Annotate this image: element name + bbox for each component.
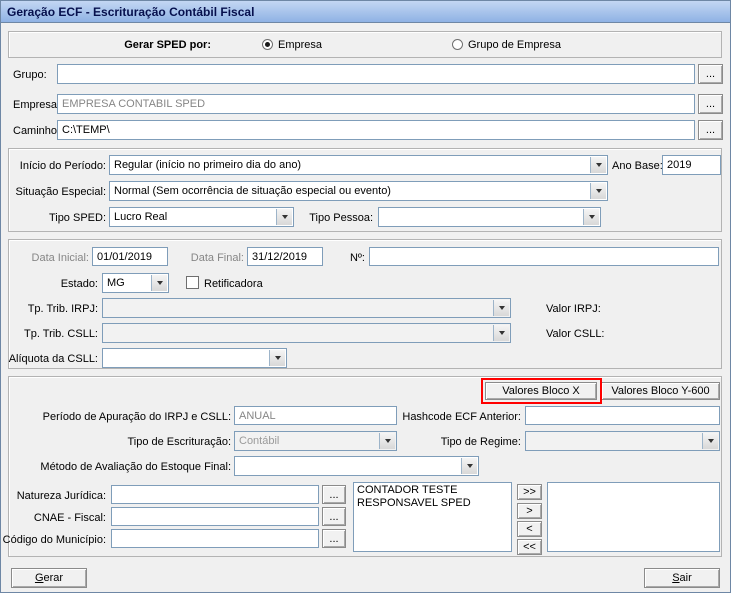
estado-label: Estado: bbox=[60, 278, 98, 290]
empresa-label: Empresa: bbox=[13, 99, 61, 111]
list-item[interactable]: CONTADOR TESTE bbox=[357, 484, 508, 497]
tipo-escrituracao-combobox[interactable]: Contábil bbox=[234, 431, 397, 451]
tp-trib-csll-label: Tp. Trib. CSLL: bbox=[24, 328, 98, 340]
sair-button[interactable]: Sair bbox=[644, 568, 720, 588]
radio-empresa-label[interactable]: Empresa bbox=[278, 38, 322, 52]
tipo-escrituracao-label: Tipo de Escrituração: bbox=[127, 436, 231, 448]
natureza-juridica-browse-button[interactable]: ... bbox=[322, 485, 346, 504]
data-final-input[interactable]: 31/12/2019 bbox=[247, 247, 323, 266]
empresa-browse-button[interactable]: ... bbox=[698, 94, 723, 114]
metodo-avaliacao-combobox[interactable] bbox=[234, 456, 479, 476]
numero-label: Nº: bbox=[349, 252, 365, 264]
empresa-input[interactable]: EMPRESA CONTABIL SPED bbox=[57, 94, 695, 114]
metodo-avaliacao-label: Método de Avaliação do Estoque Final: bbox=[40, 461, 231, 473]
data-inicial-input[interactable]: 01/01/2019 bbox=[92, 247, 168, 266]
dropdown-arrow-icon[interactable] bbox=[590, 157, 606, 173]
caminho-label: Caminho: bbox=[13, 125, 61, 137]
responsaveis-source-listbox[interactable]: CONTADOR TESTE RESPONSAVEL SPED bbox=[353, 482, 512, 552]
numero-input[interactable] bbox=[369, 247, 719, 266]
responsaveis-target-listbox[interactable] bbox=[547, 482, 720, 552]
dropdown-arrow-icon[interactable] bbox=[590, 183, 606, 199]
transfer-all-left-button[interactable]: << bbox=[517, 539, 542, 555]
list-item[interactable]: RESPONSAVEL SPED bbox=[357, 497, 508, 510]
dropdown-arrow-icon[interactable] bbox=[276, 209, 292, 225]
dropdown-arrow-icon[interactable] bbox=[702, 433, 718, 449]
transfer-left-button[interactable]: < bbox=[517, 521, 542, 537]
natureza-juridica-label: Natureza Jurídica: bbox=[16, 490, 106, 502]
transfer-all-right-button[interactable]: >> bbox=[517, 484, 542, 500]
radio-empresa[interactable] bbox=[262, 39, 273, 50]
tipo-sped-combobox[interactable]: Lucro Real bbox=[109, 207, 294, 227]
radio-selected-dot bbox=[265, 42, 270, 47]
dropdown-arrow-icon[interactable] bbox=[583, 209, 599, 225]
gerar-button[interactable]: Gerar bbox=[11, 568, 87, 588]
dropdown-arrow-icon[interactable] bbox=[151, 275, 167, 291]
dropdown-arrow-icon[interactable] bbox=[461, 458, 477, 474]
gerar-sped-por-label: Gerar SPED por: bbox=[124, 39, 211, 51]
data-final-label: Data Final: bbox=[190, 252, 244, 264]
tipo-regime-label: Tipo de Regime: bbox=[440, 436, 521, 448]
codigo-municipio-label: Código do Município: bbox=[2, 534, 106, 546]
window-title: Geração ECF - Escrituração Contábil Fisc… bbox=[7, 4, 255, 19]
grupo-input[interactable] bbox=[57, 64, 695, 84]
cnae-fiscal-input[interactable] bbox=[111, 507, 319, 526]
cnae-fiscal-label: CNAE - Fiscal: bbox=[33, 512, 106, 524]
tipo-sped-label: Tipo SPED: bbox=[48, 212, 106, 224]
natureza-juridica-input[interactable] bbox=[111, 485, 319, 504]
caminho-input[interactable]: C:\TEMP\ bbox=[57, 120, 695, 140]
dropdown-arrow-icon[interactable] bbox=[493, 325, 509, 341]
tp-trib-irpj-combobox[interactable] bbox=[102, 298, 511, 318]
estado-combobox[interactable]: MG bbox=[102, 273, 169, 293]
tp-trib-irpj-label: Tp. Trib. IRPJ: bbox=[27, 303, 98, 315]
codigo-municipio-input[interactable] bbox=[111, 529, 319, 548]
dropdown-arrow-icon[interactable] bbox=[493, 300, 509, 316]
title-bar[interactable]: Geração ECF - Escrituração Contábil Fisc… bbox=[1, 1, 730, 23]
tipo-pessoa-label: Tipo Pessoa: bbox=[309, 212, 373, 224]
radio-grupo-empresa-label[interactable]: Grupo de Empresa bbox=[468, 38, 561, 52]
codigo-municipio-browse-button[interactable]: ... bbox=[322, 529, 346, 548]
grupo-browse-button[interactable]: ... bbox=[698, 64, 723, 84]
aliquota-csll-label: Alíquota da CSLL: bbox=[8, 353, 98, 365]
valor-csll-label: Valor CSLL: bbox=[546, 328, 605, 340]
valores-bloco-y600-button[interactable]: Valores Bloco Y-600 bbox=[601, 382, 720, 400]
dropdown-arrow-icon[interactable] bbox=[269, 350, 285, 366]
ano-base-label: Ano Base: bbox=[612, 160, 663, 172]
inicio-periodo-combobox[interactable]: Regular (início no primeiro dia do ano) bbox=[109, 155, 608, 175]
hashcode-label: Hashcode ECF Anterior: bbox=[402, 411, 521, 423]
aliquota-csll-combobox[interactable] bbox=[102, 348, 287, 368]
radio-grupo-empresa[interactable] bbox=[452, 39, 463, 50]
dropdown-arrow-icon[interactable] bbox=[379, 433, 395, 449]
tp-trib-csll-combobox[interactable] bbox=[102, 323, 511, 343]
inicio-periodo-label: Início do Período: bbox=[19, 160, 106, 172]
valores-bloco-x-button[interactable]: Valores Bloco X bbox=[485, 382, 597, 400]
periodo-apuracao-label: Período de Apuração do IRPJ e CSLL: bbox=[42, 411, 231, 423]
cnae-fiscal-browse-button[interactable]: ... bbox=[322, 507, 346, 526]
transfer-right-button[interactable]: > bbox=[517, 503, 542, 519]
retificadora-label[interactable]: Retificadora bbox=[204, 277, 263, 291]
situacao-especial-combobox[interactable]: Normal (Sem ocorrência de situação espec… bbox=[109, 181, 608, 201]
situacao-especial-label: Situação Especial: bbox=[15, 186, 107, 198]
caminho-browse-button[interactable]: ... bbox=[698, 120, 723, 140]
ano-base-input[interactable]: 2019 bbox=[662, 155, 721, 175]
tipo-regime-combobox[interactable] bbox=[525, 431, 720, 451]
tipo-pessoa-combobox[interactable] bbox=[378, 207, 601, 227]
data-inicial-label: Data Inicial: bbox=[31, 252, 89, 264]
grupo-label: Grupo: bbox=[13, 69, 47, 81]
valor-irpj-label: Valor IRPJ: bbox=[546, 303, 601, 315]
ecf-generation-window: Geração ECF - Escrituração Contábil Fisc… bbox=[0, 0, 731, 593]
retificadora-checkbox[interactable] bbox=[186, 276, 199, 289]
hashcode-input[interactable] bbox=[525, 406, 720, 425]
periodo-apuracao-input[interactable]: ANUAL bbox=[234, 406, 397, 425]
